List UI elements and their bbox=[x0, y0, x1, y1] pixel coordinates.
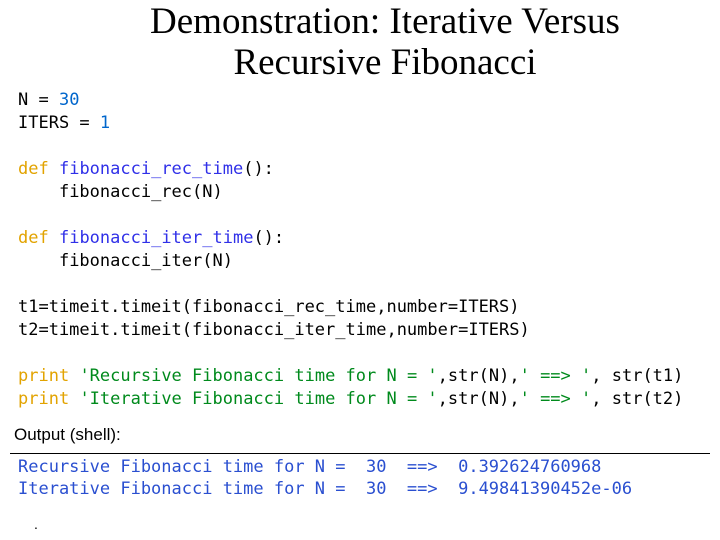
code-line: N = 30 bbox=[18, 90, 79, 110]
code-line: def fibonacci_iter_time(): bbox=[18, 228, 284, 248]
code-line: print 'Iterative Fibonacci time for N = … bbox=[18, 389, 683, 409]
code-line: fibonacci_iter(N) bbox=[18, 251, 233, 271]
code-block: N = 30 ITERS = 1 def fibonacci_rec_time(… bbox=[0, 89, 720, 410]
output-label: Output (shell): bbox=[0, 411, 720, 449]
code-line: fibonacci_rec(N) bbox=[18, 182, 223, 202]
slide-title: Demonstration: Iterative Versus Recursiv… bbox=[0, 0, 720, 89]
code-line: ITERS = 1 bbox=[18, 113, 110, 133]
code-line: t2=timeit.timeit(fibonacci_iter_time,num… bbox=[18, 320, 530, 340]
code-line: print 'Recursive Fibonacci time for N = … bbox=[18, 366, 683, 386]
shell-output: Recursive Fibonacci time for N = 30 ==> … bbox=[0, 456, 720, 502]
shell-line: Recursive Fibonacci time for N = 30 ==> … bbox=[18, 457, 601, 477]
code-line: def fibonacci_rec_time(): bbox=[18, 159, 274, 179]
slide: Demonstration: Iterative Versus Recursiv… bbox=[0, 0, 720, 540]
divider bbox=[10, 453, 710, 454]
code-line: t1=timeit.timeit(fibonacci_rec_time,numb… bbox=[18, 297, 520, 317]
footer-mark: . bbox=[34, 516, 38, 532]
shell-line: Iterative Fibonacci time for N = 30 ==> … bbox=[18, 479, 632, 499]
